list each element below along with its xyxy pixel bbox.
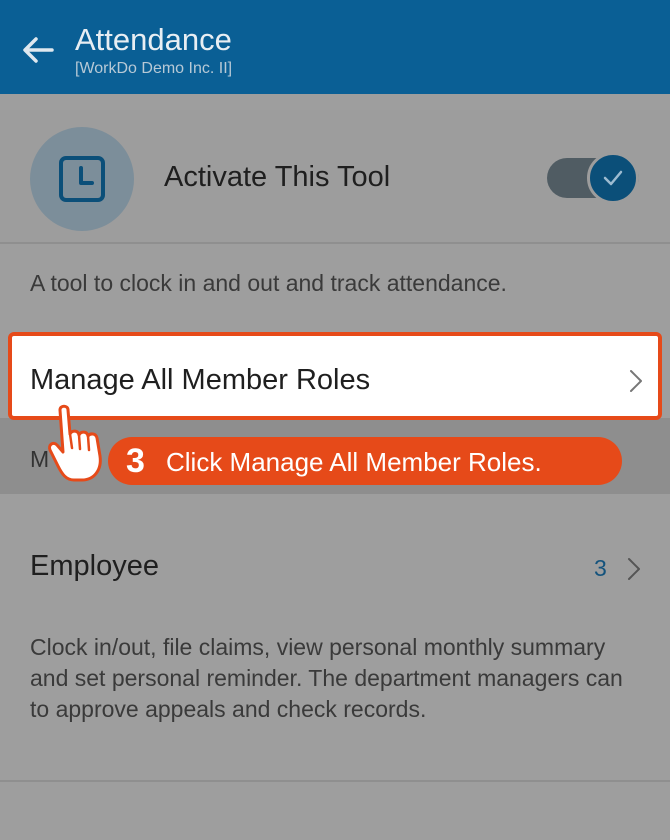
chevron-right-icon <box>630 370 642 392</box>
check-icon <box>603 170 623 186</box>
tutorial-callout: 3 Click Manage All Member Roles. <box>108 437 622 485</box>
role-description: Clock in/out, file claims, view personal… <box>30 634 623 722</box>
app-bar: Attendance [WorkDo Demo Inc. II] <box>0 0 670 94</box>
back-button[interactable] <box>18 30 58 70</box>
activate-tool-toggle[interactable] <box>547 152 639 204</box>
toggle-knob <box>587 152 639 204</box>
tool-icon-badge <box>30 127 134 231</box>
role-name[interactable]: Employee <box>30 550 159 583</box>
arrow-left-icon <box>23 37 54 63</box>
divider <box>0 780 670 782</box>
tutorial-step-number: 3 <box>126 442 145 480</box>
page-subtitle: [WorkDo Demo Inc. II] <box>75 60 233 77</box>
activate-tool-row: Activate This Tool <box>0 110 670 244</box>
activate-tool-label: Activate This Tool <box>164 161 391 193</box>
role-member-count: 3 <box>594 555 607 581</box>
page-title: Attendance <box>75 22 232 57</box>
pointing-hand-icon <box>48 404 102 482</box>
chevron-right-icon[interactable] <box>626 556 642 582</box>
tutorial-step-text: Click Manage All Member Roles. <box>166 447 542 477</box>
tool-description: A tool to clock in and out and track att… <box>30 270 507 296</box>
manage-roles-label: Manage All Member Roles <box>30 364 371 396</box>
clock-square-icon <box>59 156 105 202</box>
